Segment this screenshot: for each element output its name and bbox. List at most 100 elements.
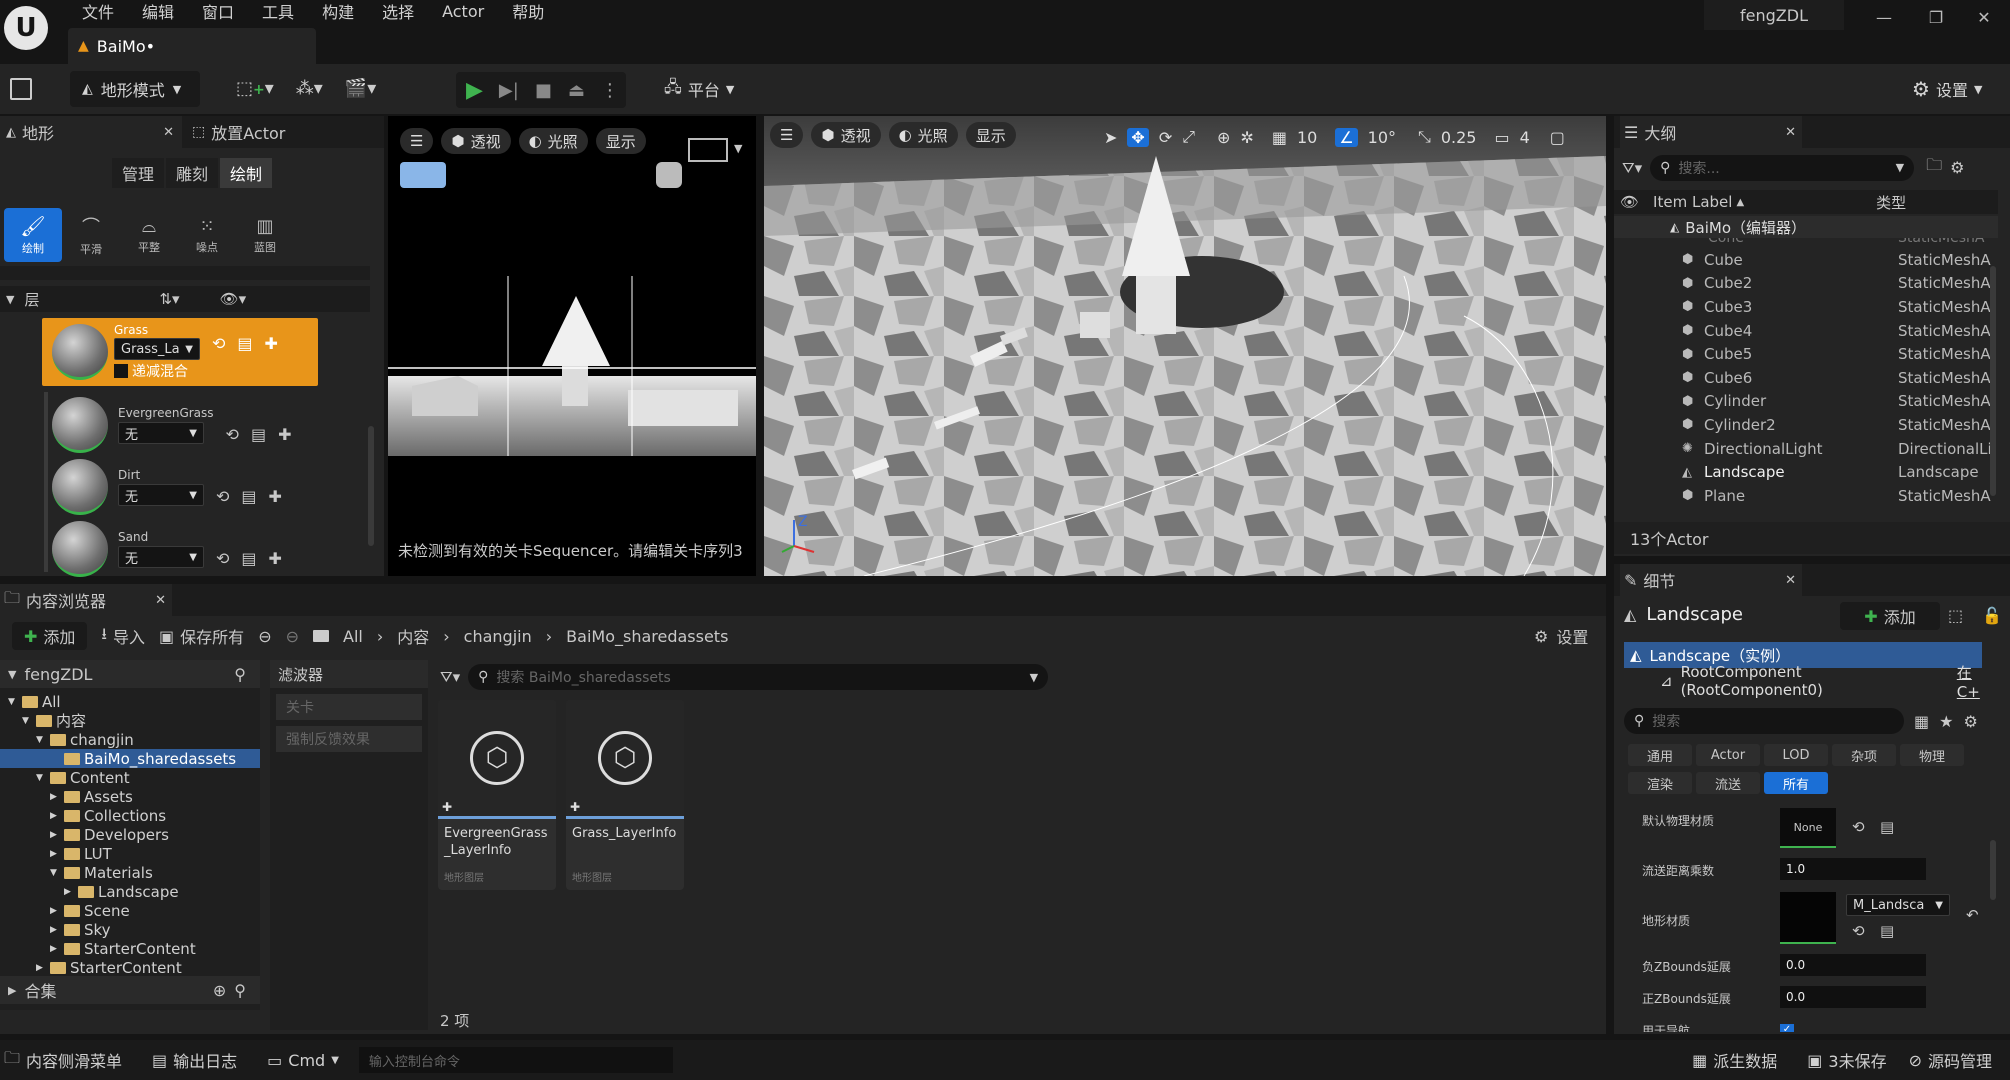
filter-icon[interactable]: ⛛▾ (1622, 159, 1642, 177)
outliner-row[interactable]: ◭ Landscape Landscape (1614, 460, 1998, 484)
collapse-arrow-icon[interactable]: ▼ (36, 773, 46, 783)
browse-icon[interactable]: ▤ (241, 487, 256, 506)
table-view-icon[interactable]: ▦ (1914, 712, 1929, 731)
folder-tree-item[interactable]: ▼ Materials (0, 863, 260, 882)
tab-content-browser[interactable]: 🗀 内容浏览器 ✕ (0, 584, 172, 616)
breadcrumb-content[interactable]: 内容 (397, 624, 429, 648)
positive-z-bounds-input[interactable]: 0.0 (1780, 986, 1926, 1008)
user-name[interactable]: fengZDL (1704, 0, 1844, 30)
perspective-button[interactable]: ⬢ 透视 (441, 128, 511, 154)
close-icon[interactable]: ✕ (163, 125, 174, 140)
visibility-icon[interactable]: 👁 (1620, 193, 1639, 211)
folder-tree-item[interactable]: ▼ Content (0, 768, 260, 787)
back-icon[interactable]: ⊖ (258, 627, 271, 646)
forward-icon[interactable]: ⊖ (286, 627, 299, 646)
reset-arrow-icon[interactable]: ↶ (1966, 906, 1979, 924)
outliner-row[interactable]: ⬢ Cube StaticMeshA (1614, 248, 1998, 272)
lit-button[interactable]: ◐ 光照 (518, 128, 588, 154)
mode-dropdown[interactable]: ◭ 地形模式 ▼ (70, 71, 200, 107)
cinematics-icon[interactable]: 🎬▾ (345, 78, 376, 99)
use-selected-icon[interactable]: ⟲ (226, 425, 239, 444)
folder-tree-item[interactable]: ▶ StarterContent (0, 939, 260, 958)
menu-help[interactable]: 帮助 (498, 0, 558, 23)
breadcrumb-sharedassets[interactable]: BaiMo_sharedassets (566, 627, 728, 646)
layers-header[interactable]: ▼ 层 ⇅▾ 👁▾ (0, 286, 370, 312)
filter-all[interactable]: 所有 (1764, 772, 1828, 794)
outliner-row[interactable]: ⬢ Cube2 StaticMeshA (1614, 272, 1998, 296)
camera-preview-icon[interactable] (400, 162, 446, 188)
tool-noise[interactable]: ⁙ 噪点 (178, 208, 236, 262)
unreal-logo-icon[interactable]: U (4, 6, 48, 50)
scrollbar[interactable] (1990, 266, 1996, 496)
document-tab[interactable]: ▲ BaiMo• (68, 28, 316, 64)
add-icon[interactable]: ✚ (265, 334, 278, 353)
favorite-star-icon[interactable]: ★ (1939, 712, 1953, 731)
menu-tools[interactable]: 工具 (248, 0, 308, 23)
cmd-dropdown[interactable]: ▭ Cmd ▼ (267, 1051, 339, 1070)
viewport-menu-button[interactable]: ☰ (400, 128, 434, 154)
col-item-label[interactable]: Item Label (1653, 193, 1732, 211)
folder-tree-item[interactable]: ▶ LUT (0, 844, 260, 863)
viewport-menu-button[interactable]: ☰ (770, 122, 804, 148)
add-icon[interactable]: ✚ (269, 549, 282, 568)
browse-icon[interactable]: ▤ (251, 425, 266, 444)
scale-snap-icon[interactable]: ⤡ (1418, 127, 1431, 147)
filter-common[interactable]: 通用 (1628, 744, 1692, 766)
close-window-button[interactable]: ✕ (1964, 4, 2004, 30)
show-button[interactable]: 显示 (965, 122, 1016, 148)
sources-header[interactable]: ▼ fengZDL ⚲ (0, 660, 260, 688)
outliner-root-row[interactable]: ◭ BaiMo（编辑器） (1614, 216, 1998, 238)
filter-physics[interactable]: 物理 (1900, 744, 1964, 766)
add-icon[interactable]: ✚ (269, 487, 282, 506)
expand-arrow-icon[interactable]: ▶ (50, 811, 60, 821)
search-icon[interactable]: ⚲ (234, 981, 246, 1000)
camera-speed-icon[interactable]: ▭ (1494, 128, 1509, 147)
outliner-row[interactable]: ⬢ Cube5 StaticMeshA (1614, 342, 1998, 366)
outliner-row[interactable]: ✺ DirectionalLight DirectionalLi (1614, 437, 1998, 461)
folder-tree-item[interactable]: ▶ Scene (0, 901, 260, 920)
gear-icon[interactable]: ⚙ (1963, 712, 1977, 731)
outliner-row[interactable]: ⬢ Cube6 StaticMeshA (1614, 366, 1998, 390)
derived-data-button[interactable]: ▦ 派生数据 (1692, 1048, 1777, 1072)
folder-tree-item[interactable]: ▶ Assets (0, 787, 260, 806)
use-selected-icon[interactable]: ⟲ (1852, 922, 1865, 940)
folder-tree-item[interactable]: ▶ StarterContent (0, 958, 260, 977)
folder-tree-item[interactable]: ▼ changjin (0, 730, 260, 749)
expand-arrow-icon[interactable]: ▶ (50, 925, 60, 935)
expand-arrow-icon[interactable]: ▶ (64, 887, 74, 897)
surface-snap-icon[interactable]: ✲ (1240, 128, 1253, 147)
add-actor-icon[interactable]: ⬚+▾ (236, 78, 274, 99)
gear-icon[interactable]: ⚙ (1950, 158, 1964, 177)
filter-misc[interactable]: 杂项 (1832, 744, 1896, 766)
layer-info-dropdown[interactable]: 无 ▼ (118, 484, 204, 506)
menu-build[interactable]: 构建 (308, 0, 368, 23)
collapse-arrow-icon[interactable]: ▼ (8, 697, 18, 707)
more-options-icon[interactable]: ⋮ (601, 80, 619, 101)
col-type[interactable]: 类型 (1876, 192, 1906, 213)
tool-smooth[interactable]: ⌒ 平滑 (62, 208, 120, 262)
angle-snap-icon[interactable]: ∠ (1335, 127, 1358, 147)
settings-dropdown[interactable]: ⚙ 设置 ▼ (1900, 71, 1994, 107)
tab-landscape[interactable]: ◭ 地形 ✕ (0, 116, 182, 148)
viewport-main[interactable]: Z ☰ ⬢ 透视 ◐ 光照 显示 ➤ ✥ ⟳ ⤢ ⊕ ✲ ▦ 10 ∠ 10° ⤡ … (764, 116, 1606, 576)
menu-actor[interactable]: Actor (428, 2, 498, 21)
menu-select[interactable]: 选择 (368, 0, 428, 23)
add-icon[interactable]: ✚ (278, 425, 291, 444)
close-icon[interactable]: ✕ (1785, 125, 1796, 140)
content-drawer-button[interactable]: 🗀 内容侧滑菜单 (4, 1047, 122, 1074)
add-folder-icon[interactable]: 🗀 (1926, 154, 1942, 181)
chevron-down-icon[interactable]: ▼ (734, 142, 742, 155)
collapse-arrow-icon[interactable]: ▼ (50, 868, 60, 878)
breadcrumb-changjin[interactable]: changjin (464, 627, 532, 646)
asset-grass-layerinfo[interactable]: ⬡ ✚ Grass_LayerInfo 地形图层 (566, 700, 684, 890)
tab-outliner[interactable]: ☰ 大纲 ✕ (1620, 116, 1802, 148)
blueprint-icon[interactable]: ⁂▾ (296, 78, 323, 99)
folder-tree-item[interactable]: ▶ Sky (0, 920, 260, 939)
tab-details[interactable]: ✎ 细节 ✕ (1620, 564, 1802, 596)
menu-edit[interactable]: 编辑 (128, 0, 188, 23)
mode-manage[interactable]: 管理 (112, 158, 165, 188)
save-icon[interactable] (10, 78, 32, 100)
browse-icon[interactable]: ▤ (1880, 818, 1894, 836)
sort-icon[interactable]: ⇅▾ (159, 290, 179, 308)
output-log-button[interactable]: ▤ 输出日志 (152, 1048, 237, 1072)
